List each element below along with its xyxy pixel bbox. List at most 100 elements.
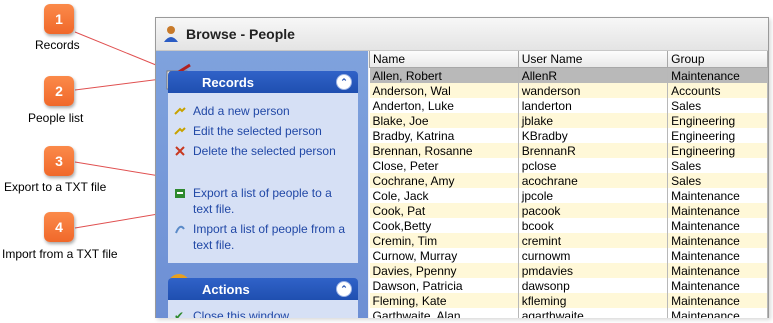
table-row[interactable]: Cremin, Tim cremint Maintenance — [369, 233, 768, 248]
callout-1: 1 — [44, 4, 74, 34]
table-row[interactable]: Blake, Joe jblake Engineering — [369, 113, 768, 128]
table-row[interactable]: Anderson, Wal wanderson Accounts — [369, 83, 768, 98]
cell-username: bcook — [518, 218, 669, 233]
window-title: Browse - People — [186, 26, 295, 42]
actions-panel-body: ✔ Close this window — [168, 300, 358, 318]
browse-people-window: Browse - People Records ⌃ Add a new pers… — [155, 17, 769, 318]
export-txt-task[interactable]: Export a list of people to a text file. — [174, 185, 352, 217]
table-row[interactable]: Curnow, Murray curnowm Maintenance — [369, 248, 768, 263]
cell-group: Engineering — [667, 128, 768, 143]
import-icon — [175, 225, 185, 234]
actions-panel-title: Actions — [202, 281, 250, 297]
table-row[interactable]: Dawson, Patricia dawsonp Maintenance — [369, 278, 768, 293]
actions-panel-header[interactable]: Actions ⌃ — [168, 278, 358, 300]
cell-username: acochrane — [518, 173, 669, 188]
cell-group: Maintenance — [667, 67, 768, 83]
cell-group: Maintenance — [667, 233, 768, 248]
callout-4: 4 — [44, 212, 74, 242]
import-txt-task[interactable]: Import a list of people from a text file… — [174, 221, 352, 253]
cell-name: Curnow, Murray — [369, 248, 519, 263]
edit-person-task[interactable]: Edit the selected person — [174, 123, 352, 139]
import-txt-label: Import a list of people from a text file… — [193, 222, 346, 252]
cell-username: pmdavies — [518, 263, 669, 278]
cell-group: Engineering — [667, 143, 768, 158]
table-row[interactable]: Brennan, Rosanne BrennanR Engineering — [369, 143, 768, 158]
cell-username: BrennanR — [518, 143, 669, 158]
cell-group: Maintenance — [667, 278, 768, 293]
table-row[interactable]: Allen, Robert AllenR Maintenance — [369, 67, 768, 83]
table-row[interactable]: Bradby, Katrina KBradby Engineering — [369, 128, 768, 143]
cell-username: KBradby — [518, 128, 669, 143]
records-collapse-button[interactable]: ⌃ — [336, 74, 352, 90]
cell-username: landerton — [518, 98, 669, 113]
records-panel-body: Add a new person Edit the selected perso… — [168, 93, 358, 263]
export-icon — [175, 189, 185, 198]
people-list: Name User Name Group Allen, Robert AllenR… — [369, 51, 768, 318]
export-txt-label: Export a list of people to a text file. — [193, 186, 332, 216]
cell-name: Dawson, Patricia — [369, 278, 519, 293]
column-header-username[interactable]: User Name — [517, 51, 669, 68]
actions-panel: Actions ⌃ ✔ Close this window — [168, 274, 358, 318]
column-header-group[interactable]: Group — [667, 51, 768, 68]
callout-4-label: Import from a TXT file — [2, 247, 118, 261]
cell-username: pclose — [518, 158, 669, 173]
cell-name: Cochrane, Amy — [369, 173, 519, 188]
callout-2-label: People list — [28, 111, 84, 125]
cell-name: Cole, Jack — [369, 188, 519, 203]
cell-name: Cook, Pat — [369, 203, 519, 218]
edit-person-icon — [174, 127, 186, 135]
cell-username: jblake — [518, 113, 669, 128]
cell-group: Maintenance — [667, 188, 768, 203]
column-header-name[interactable]: Name — [369, 51, 519, 68]
cell-group: Accounts — [667, 83, 768, 98]
table-row[interactable]: Fleming, Kate kfleming Maintenance — [369, 293, 768, 308]
cell-group: Maintenance — [667, 293, 768, 308]
cell-username: dawsonp — [518, 278, 669, 293]
cell-name: Anderson, Wal — [369, 83, 519, 98]
table-row[interactable]: Davies, Ppenny pmdavies Maintenance — [369, 263, 768, 278]
table-row[interactable]: Garthwaite, Alan agarthwaite Maintenance — [369, 308, 768, 318]
cell-group: Engineering — [667, 113, 768, 128]
cell-username: cremint — [518, 233, 669, 248]
cell-group: Maintenance — [667, 308, 768, 318]
people-table: Name User Name Group Allen, Robert AllenR… — [369, 51, 768, 318]
add-person-task[interactable]: Add a new person — [174, 103, 352, 119]
records-panel-header[interactable]: Records ⌃ — [168, 71, 358, 93]
cell-group: Maintenance — [667, 248, 768, 263]
callout-2: 2 — [44, 76, 74, 106]
cell-group: Sales — [667, 173, 768, 188]
cell-name: Cremin, Tim — [369, 233, 519, 248]
checkmark-icon: ✔ — [174, 309, 185, 318]
cell-username: wanderson — [518, 83, 669, 98]
close-window-task[interactable]: ✔ Close this window — [174, 308, 352, 318]
delete-person-task[interactable]: Delete the selected person — [174, 143, 352, 159]
edit-person-label: Edit the selected person — [193, 124, 322, 138]
cell-group: Sales — [667, 98, 768, 113]
table-row[interactable]: Cook, Pat pacook Maintenance — [369, 203, 768, 218]
records-panel: Records ⌃ Add a new person Edit the sele… — [166, 63, 358, 263]
task-pane: Records ⌃ Add a new person Edit the sele… — [156, 51, 368, 318]
callout-3-label: Export to a TXT file — [4, 180, 107, 194]
cell-group: Maintenance — [667, 263, 768, 278]
table-row[interactable]: Anderton, Luke landerton Sales — [369, 98, 768, 113]
cell-username: AllenR — [518, 67, 669, 83]
cell-name: Close, Peter — [369, 158, 519, 173]
table-row[interactable]: Cochrane, Amy acochrane Sales — [369, 173, 768, 188]
cell-group: Maintenance — [667, 203, 768, 218]
cell-name: Allen, Robert — [369, 67, 519, 83]
actions-collapse-button[interactable]: ⌃ — [336, 281, 352, 297]
cell-group: Sales — [667, 158, 768, 173]
cell-name: Fleming, Kate — [369, 293, 519, 308]
cell-username: curnowm — [518, 248, 669, 263]
cell-name: Garthwaite, Alan — [369, 308, 519, 318]
cell-name: Blake, Joe — [369, 113, 519, 128]
add-person-icon — [174, 107, 186, 115]
table-row[interactable]: Close, Peter pclose Sales — [369, 158, 768, 173]
table-row[interactable]: Cook,Betty bcook Maintenance — [369, 218, 768, 233]
cell-username: pacook — [518, 203, 669, 218]
person-icon — [164, 26, 178, 42]
callout-1-label: Records — [35, 38, 80, 52]
table-row[interactable]: Cole, Jack jpcole Maintenance — [369, 188, 768, 203]
cell-username: jpcole — [518, 188, 669, 203]
close-window-label: Close this window — [193, 309, 290, 318]
